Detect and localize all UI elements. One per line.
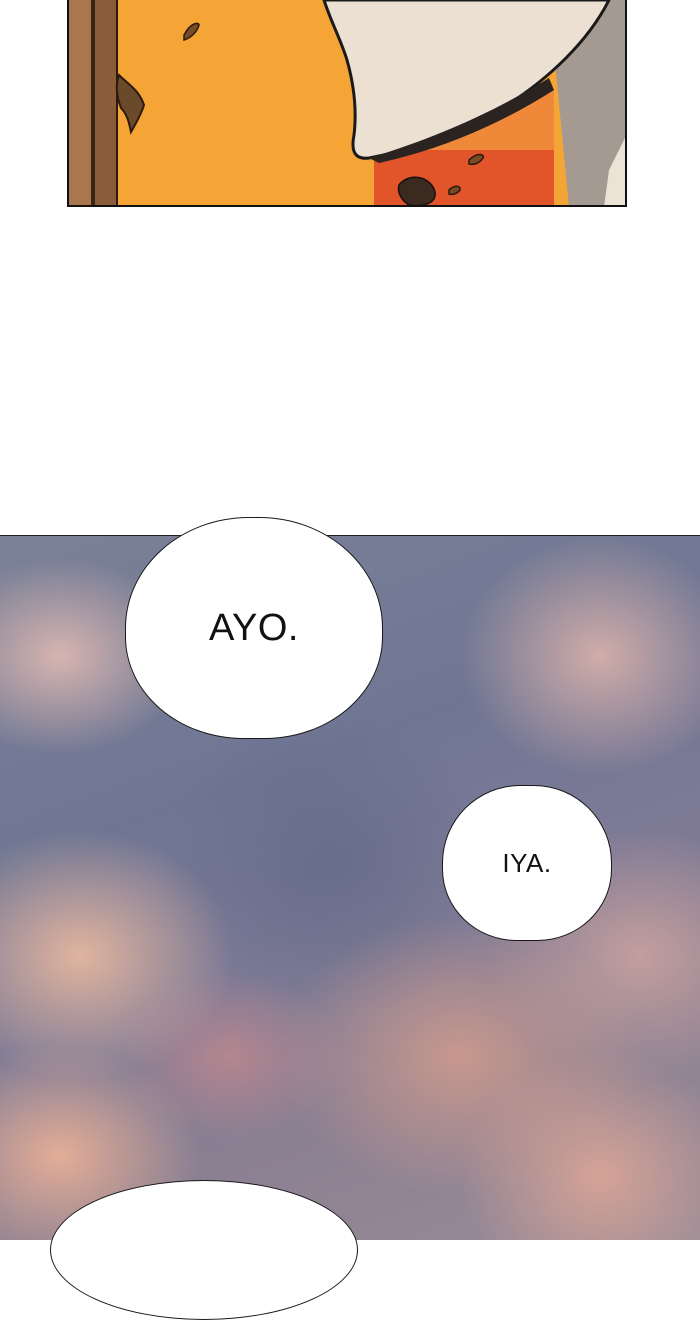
speech-bubble-iya: IYA.: [442, 785, 612, 941]
speech-text: IYA.: [502, 847, 552, 878]
room-illustration: [69, 0, 625, 205]
panel-room: [67, 0, 627, 207]
speech-bubble-ayo: AYO.: [125, 517, 383, 739]
speech-text: AYO.: [209, 606, 299, 649]
speech-bubble-partial: [50, 1180, 358, 1320]
